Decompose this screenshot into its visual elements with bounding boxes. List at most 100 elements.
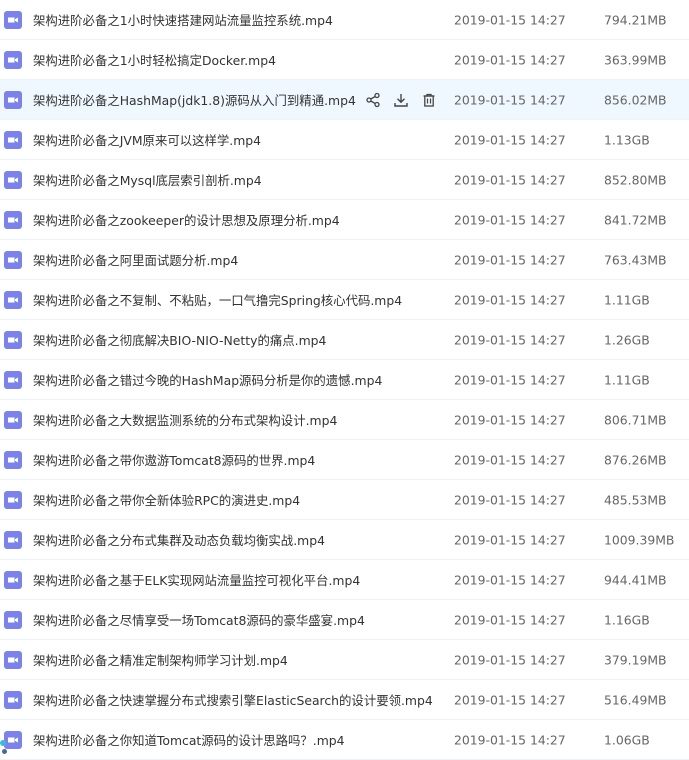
file-size: 516.49MB — [604, 692, 667, 707]
file-date: 2019-01-15 14:27 — [454, 372, 566, 387]
file-size: 852.80MB — [604, 172, 667, 187]
video-file-icon — [4, 410, 22, 429]
file-name[interactable]: 架构进阶必备之快速掌握分布式搜索引擎ElasticSearch的设计要领.mp4 — [33, 691, 433, 709]
file-size: 856.02MB — [604, 92, 667, 107]
video-file-icon — [4, 490, 22, 509]
file-row[interactable]: 架构进阶必备之Mysql底层索引剖析.mp4 2019-01-15 14:27 … — [0, 160, 689, 200]
video-file-icon — [4, 90, 22, 109]
file-row[interactable]: 架构进阶必备之尽情享受一场Tomcat8源码的豪华盛宴.mp4 2019-01-… — [0, 600, 689, 640]
file-row[interactable]: 架构进阶必备之zookeeper的设计思想及原理分析.mp4 2019-01-1… — [0, 200, 689, 240]
video-file-icon — [4, 330, 22, 349]
file-date: 2019-01-15 14:27 — [454, 332, 566, 347]
floating-widget-dot — [0, 740, 6, 746]
video-file-icon — [4, 570, 22, 589]
share-icon[interactable] — [364, 91, 382, 109]
file-size: 1.06GB — [604, 732, 650, 747]
file-name[interactable]: 架构进阶必备之1小时轻松搞定Docker.mp4 — [33, 51, 276, 69]
file-date: 2019-01-15 14:27 — [454, 292, 566, 307]
file-date: 2019-01-15 14:27 — [454, 612, 566, 627]
file-date: 2019-01-15 14:27 — [454, 532, 566, 547]
file-row[interactable]: 架构进阶必备之基于ELK实现网站流量监控可视化平台.mp4 2019-01-15… — [0, 560, 689, 600]
file-date: 2019-01-15 14:27 — [454, 732, 566, 747]
file-date: 2019-01-15 14:27 — [454, 412, 566, 427]
file-row[interactable]: 架构进阶必备之错过今晚的HashMap源码分析是你的遗憾.mp4 2019-01… — [0, 360, 689, 400]
file-name[interactable]: 架构进阶必备之彻底解决BIO-NIO-Netty的痛点.mp4 — [33, 331, 326, 349]
video-file-icon — [4, 290, 22, 309]
file-name[interactable]: 架构进阶必备之分布式集群及动态负载均衡实战.mp4 — [33, 531, 325, 549]
file-name[interactable]: 架构进阶必备之HashMap(jdk1.8)源码从入门到精通.mp4 — [33, 91, 356, 109]
video-file-icon — [4, 170, 22, 189]
file-date: 2019-01-15 14:27 — [454, 492, 566, 507]
file-name[interactable]: 架构进阶必备之阿里面试题分析.mp4 — [33, 251, 238, 269]
video-file-icon — [4, 50, 22, 69]
file-row[interactable]: 架构进阶必备之带你遨游Tomcat8源码的世界.mp4 2019-01-15 1… — [0, 440, 689, 480]
file-name[interactable]: 架构进阶必备之带你全新体验RPC的演进史.mp4 — [33, 491, 300, 509]
file-size: 1.16GB — [604, 612, 650, 627]
video-file-icon — [4, 450, 22, 469]
file-name[interactable]: 架构进阶必备之精准定制架构师学习计划.mp4 — [33, 651, 288, 669]
file-size: 944.41MB — [604, 572, 667, 587]
file-row-hovered[interactable]: 架构进阶必备之HashMap(jdk1.8)源码从入门到精通.mp4 2019-… — [0, 80, 689, 120]
file-row[interactable]: 架构进阶必备之阿里面试题分析.mp4 2019-01-15 14:27 763.… — [0, 240, 689, 280]
file-date: 2019-01-15 14:27 — [454, 12, 566, 27]
file-row[interactable]: 架构进阶必备之1小时轻松搞定Docker.mp4 2019-01-15 14:2… — [0, 40, 689, 80]
file-date: 2019-01-15 14:27 — [454, 212, 566, 227]
file-name[interactable]: 架构进阶必备之Mysql底层索引剖析.mp4 — [33, 171, 262, 189]
file-name[interactable]: 架构进阶必备之你知道Tomcat源码的设计思路吗？.mp4 — [33, 731, 345, 749]
file-size: 876.26MB — [604, 452, 667, 467]
file-size: 806.71MB — [604, 412, 667, 427]
file-name[interactable]: 架构进阶必备之zookeeper的设计思想及原理分析.mp4 — [33, 211, 340, 229]
file-size: 794.21MB — [604, 12, 667, 27]
file-row[interactable]: 架构进阶必备之你知道Tomcat源码的设计思路吗？.mp4 2019-01-15… — [0, 720, 689, 760]
file-name[interactable]: 架构进阶必备之不复制、不粘贴，一口气撸完Spring核心代码.mp4 — [33, 291, 402, 309]
file-date: 2019-01-15 14:27 — [454, 652, 566, 667]
file-size: 1.26GB — [604, 332, 650, 347]
delete-icon[interactable] — [420, 91, 438, 109]
video-file-icon — [4, 10, 22, 29]
file-name[interactable]: 架构进阶必备之带你遨游Tomcat8源码的世界.mp4 — [33, 451, 315, 469]
floating-widget-dot — [2, 749, 7, 754]
file-name[interactable]: 架构进阶必备之1小时快速搭建网站流量监控系统.mp4 — [33, 11, 333, 29]
file-size: 1.11GB — [604, 372, 650, 387]
file-row[interactable]: 架构进阶必备之带你全新体验RPC的演进史.mp4 2019-01-15 14:2… — [0, 480, 689, 520]
file-date: 2019-01-15 14:27 — [454, 92, 566, 107]
video-file-icon — [4, 250, 22, 269]
file-name[interactable]: 架构进阶必备之尽情享受一场Tomcat8源码的豪华盛宴.mp4 — [33, 611, 365, 629]
file-size: 841.72MB — [604, 212, 667, 227]
file-date: 2019-01-15 14:27 — [454, 132, 566, 147]
video-file-icon — [4, 370, 22, 389]
file-name[interactable]: 架构进阶必备之基于ELK实现网站流量监控可视化平台.mp4 — [33, 571, 360, 589]
file-row[interactable]: 架构进阶必备之JVM原来可以这样学.mp4 2019-01-15 14:27 1… — [0, 120, 689, 160]
file-size: 763.43MB — [604, 252, 667, 267]
file-size: 1009.39MB — [604, 532, 675, 547]
file-list: 架构进阶必备之1小时快速搭建网站流量监控系统.mp4 2019-01-15 14… — [0, 0, 689, 760]
video-file-icon — [4, 610, 22, 629]
video-file-icon — [4, 530, 22, 549]
download-icon[interactable] — [392, 91, 410, 109]
file-name[interactable]: 架构进阶必备之错过今晚的HashMap源码分析是你的遗憾.mp4 — [33, 371, 382, 389]
file-size: 1.11GB — [604, 292, 650, 307]
file-row[interactable]: 架构进阶必备之不复制、不粘贴，一口气撸完Spring核心代码.mp4 2019-… — [0, 280, 689, 320]
file-name[interactable]: 架构进阶必备之大数据监测系统的分布式架构设计.mp4 — [33, 411, 337, 429]
video-file-icon — [4, 650, 22, 669]
file-size: 363.99MB — [604, 52, 667, 67]
file-size: 379.19MB — [604, 652, 667, 667]
file-row[interactable]: 架构进阶必备之1小时快速搭建网站流量监控系统.mp4 2019-01-15 14… — [0, 0, 689, 40]
file-date: 2019-01-15 14:27 — [454, 572, 566, 587]
video-file-icon — [4, 130, 22, 149]
video-file-icon — [4, 210, 22, 229]
file-date: 2019-01-15 14:27 — [454, 172, 566, 187]
file-date: 2019-01-15 14:27 — [454, 452, 566, 467]
video-file-icon — [4, 730, 22, 749]
file-date: 2019-01-15 14:27 — [454, 252, 566, 267]
video-file-icon — [4, 690, 22, 709]
file-row[interactable]: 架构进阶必备之精准定制架构师学习计划.mp4 2019-01-15 14:27 … — [0, 640, 689, 680]
file-name[interactable]: 架构进阶必备之JVM原来可以这样学.mp4 — [33, 131, 261, 149]
file-row[interactable]: 架构进阶必备之分布式集群及动态负载均衡实战.mp4 2019-01-15 14:… — [0, 520, 689, 560]
file-date: 2019-01-15 14:27 — [454, 52, 566, 67]
file-row[interactable]: 架构进阶必备之大数据监测系统的分布式架构设计.mp4 2019-01-15 14… — [0, 400, 689, 440]
row-actions — [364, 91, 438, 109]
file-row[interactable]: 架构进阶必备之快速掌握分布式搜索引擎ElasticSearch的设计要领.mp4… — [0, 680, 689, 720]
file-size: 485.53MB — [604, 492, 667, 507]
file-row[interactable]: 架构进阶必备之彻底解决BIO-NIO-Netty的痛点.mp4 2019-01-… — [0, 320, 689, 360]
